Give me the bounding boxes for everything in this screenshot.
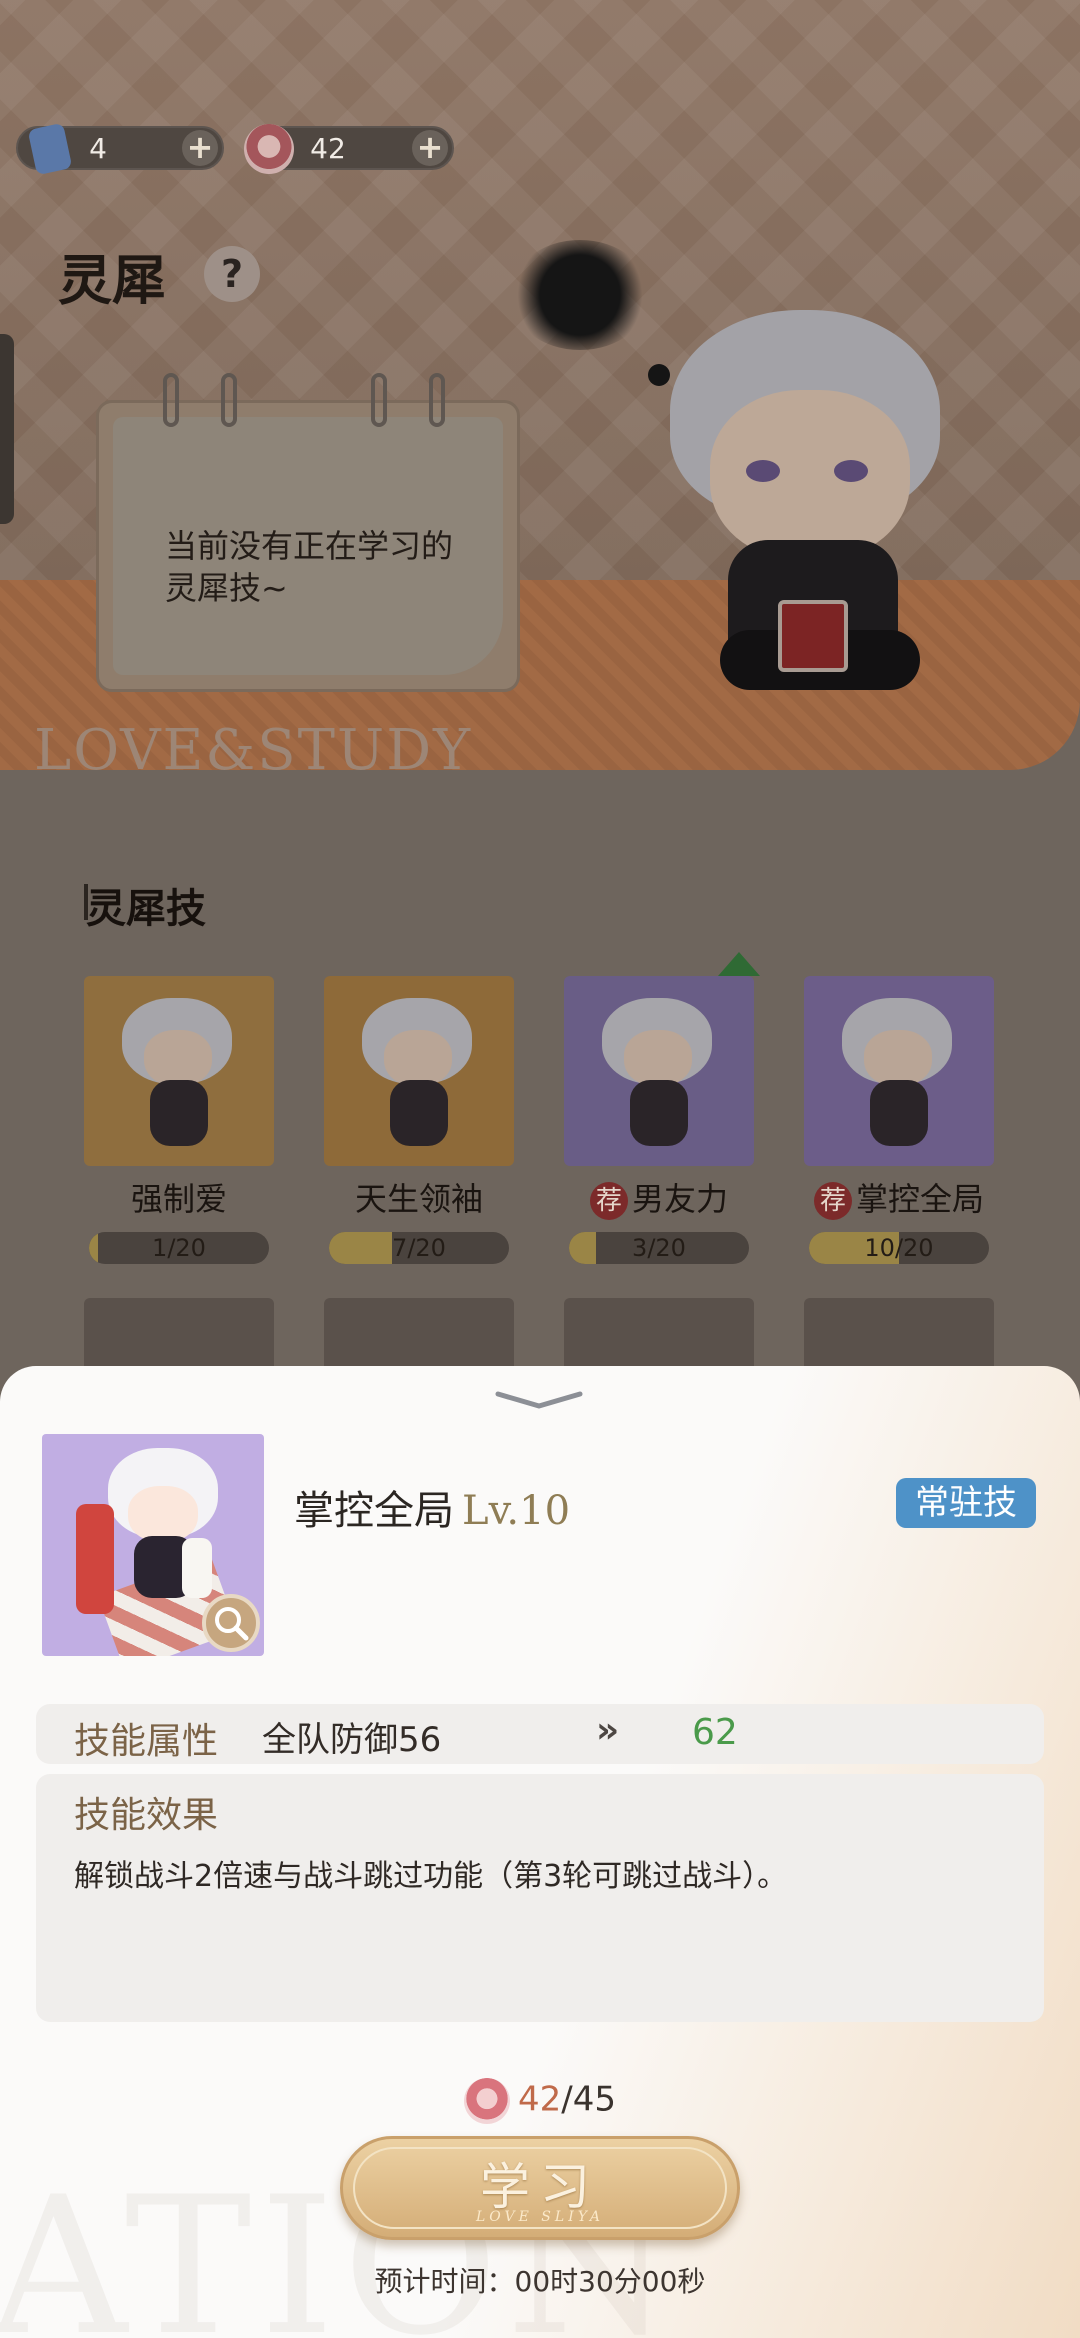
progress-text: 3/20 [632, 1234, 686, 1262]
skill-card[interactable]: 荐男友力 3/20 [564, 976, 754, 1264]
progress-text: 1/20 [152, 1234, 206, 1262]
attribute-current-value: 全队防御56 [262, 1720, 442, 1760]
skill-card-name: 天生领袖 [324, 1174, 514, 1220]
skill-title: 掌控全局 Lv.10 [294, 1478, 570, 1536]
skill-card-label: 强制爱 [130, 1180, 227, 1218]
add-token-button[interactable]: + [412, 130, 448, 166]
page-title: 灵犀 [58, 248, 166, 312]
skill-progress-bar: 7/20 [329, 1232, 509, 1264]
love-study-watermark: LOVE&STUDY [34, 718, 473, 783]
skill-illustration [42, 1434, 264, 1656]
cost-required: /45 [561, 2079, 616, 2120]
pink-token-icon [464, 2078, 510, 2124]
skill-effect-box: 技能效果 解锁战斗2倍速与战斗跳过功能（第3轮可跳过战斗）。 [36, 1774, 1044, 2022]
notebook-ring [221, 373, 237, 427]
ticket-count: 4 [89, 131, 107, 165]
skill-progress-bar: 10/20 [809, 1232, 989, 1264]
recommended-tag: 荐 [589, 1182, 628, 1220]
attribute-next-value: 62 [692, 1712, 738, 1753]
red-king-piece [76, 1504, 114, 1614]
token-counter: 42 + [244, 124, 454, 174]
skill-card[interactable]: 强制爱 1/20 [84, 976, 274, 1264]
skill-progress-bar: 1/20 [89, 1232, 269, 1264]
ticket-counter: 4 + [16, 122, 224, 176]
side-tab[interactable] [0, 334, 14, 524]
skill-card[interactable]: 荐掌控全局 10/20 [804, 976, 994, 1264]
effect-description: 解锁战斗2倍速与战斗跳过功能（第3轮可跳过战斗）。 [74, 1859, 788, 1894]
skill-card-name: 荐男友力 [564, 1174, 754, 1220]
skill-level: Lv.10 [462, 1488, 571, 1534]
scribble-thought-icon [510, 240, 650, 350]
background-scene: 4 + 42 + 灵犀 ? 当前没有正在学习的灵犀技~ LOVE&STUDY 灵… [0, 0, 1080, 1380]
add-ticket-button[interactable]: + [182, 130, 218, 166]
estimated-time: 预计时间：00时30分00秒 [374, 2265, 706, 2298]
skill-card-name: 强制爱 [84, 1174, 274, 1220]
cost-owned: 42 [518, 2079, 562, 2120]
double-chevron-icon: » [596, 1710, 620, 1751]
notebook-ring [429, 373, 445, 427]
skill-card-label: 掌控全局 [855, 1180, 984, 1218]
skill-card-label: 天生领袖 [354, 1180, 483, 1218]
notebook-text: 当前没有正在学习的灵犀技~ [165, 527, 454, 607]
progress-text: 10/20 [864, 1234, 934, 1262]
skill-card-label: 男友力 [631, 1180, 728, 1218]
skill-name: 掌控全局 [294, 1488, 454, 1534]
token-count: 42 [310, 131, 346, 165]
help-button[interactable]: ? [204, 246, 260, 302]
permanent-skill-badge: 常驻技 [896, 1478, 1036, 1528]
skill-card-art [324, 976, 514, 1166]
progress-text: 7/20 [392, 1234, 446, 1262]
popcorn-cup [778, 600, 848, 672]
magnifier-icon [215, 1607, 249, 1641]
skill-card-art [84, 976, 274, 1166]
zoom-button[interactable] [202, 1594, 260, 1652]
skill-progress-bar: 3/20 [569, 1232, 749, 1264]
skill-card-art [804, 976, 994, 1166]
skills-section-title: 灵犀技 [86, 885, 206, 932]
skill-detail-sheet: ATION 掌控全局 Lv.10 常驻技 技能属性 全队防御56 » 62 技能效… [0, 1366, 1080, 2338]
collapse-chevron-icon[interactable] [494, 1390, 584, 1412]
notebook-ring [371, 373, 387, 427]
learn-button-subtext: LOVE SLIYA [476, 2209, 604, 2225]
effect-label: 技能效果 [74, 1795, 219, 1836]
recommended-tag: 荐 [813, 1182, 852, 1220]
skill-card-name: 荐掌控全局 [804, 1174, 994, 1220]
skill-card[interactable]: 天生领袖 7/20 [324, 976, 514, 1264]
notebook-ring [163, 373, 179, 427]
attribute-label: 技能属性 [74, 1721, 219, 1762]
character-illustration[interactable] [650, 310, 970, 710]
skill-attribute-row: 技能属性 全队防御56 » 62 [36, 1704, 1044, 1764]
learn-cost: 42/45 [0, 2078, 1080, 2124]
skill-card-art [564, 976, 754, 1166]
learn-button[interactable]: 学习 LOVE SLIYA [340, 2136, 740, 2240]
study-notebook: 当前没有正在学习的灵犀技~ [96, 373, 520, 692]
